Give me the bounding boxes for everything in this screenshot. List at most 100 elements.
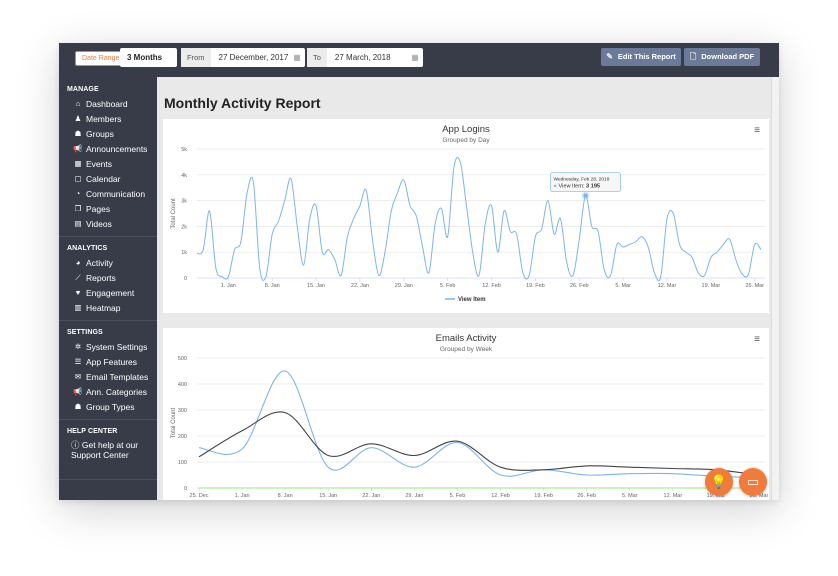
calendar-icon[interactable]: ▦ [407, 53, 423, 62]
edit-icon: ✎ [606, 52, 613, 61]
download-pdf-button[interactable]: 🗋 Download PDF [684, 48, 760, 66]
from-date-field[interactable]: From 27 December, 2017 ▦ [181, 48, 305, 67]
x-tick-label: 12. Feb [491, 493, 510, 499]
x-tick-label: 5. Mar [622, 493, 638, 499]
sidebar-item-label: Events [86, 158, 112, 169]
tooltip-date: Wednesday, Feb 28, 2018 [554, 177, 610, 183]
y-tick-label: 0 [184, 276, 187, 282]
question-circle-icon: ⓘ [71, 440, 80, 450]
series-line-view-item[interactable] [196, 156, 762, 282]
sidebar-item-members[interactable]: ♟ Members [59, 111, 157, 126]
emails-activity-card: Emails Activity Grouped by Week ≡ 0 100 20… [163, 328, 769, 500]
chart-title: Emails Activity [435, 333, 497, 344]
legend-label[interactable]: View Item [458, 297, 486, 303]
sidebar-item-label: Reports [86, 272, 116, 283]
help-line-1: Get help at our [81, 440, 139, 450]
sidebar-section-settings: SETTINGS ✲ System Settings ☰ App Features ✉ Em… [59, 326, 157, 420]
hamburger-menu-icon[interactable]: ≡ [752, 126, 762, 136]
chart-title: App Logins [442, 124, 490, 135]
x-tick-label: 26. Mar [745, 283, 764, 289]
to-date-value[interactable]: 27 March, 2018 [327, 53, 407, 62]
copy-icon: ❐ [74, 204, 82, 213]
dashboard-icon: ◕ [75, 258, 81, 267]
x-tick-label: 22. Jan [351, 283, 369, 289]
x-tick-label: 29. Jan [395, 283, 413, 289]
map-icon: ▥ [74, 303, 82, 312]
sidebar-item-activity[interactable]: ◕ Activity [59, 255, 157, 270]
file-icon: 🗋 [689, 52, 697, 61]
from-date-value[interactable]: 27 December, 2017 [211, 53, 290, 62]
lightbulb-icon[interactable]: 💡 [705, 468, 733, 496]
sidebar-item-app-features[interactable]: ☰ App Features [59, 354, 157, 369]
x-tick-label: 19. Feb [526, 283, 545, 289]
envelope-icon: ✉ [74, 372, 82, 381]
y-tick-label: 400 [178, 382, 187, 388]
x-tick-label: 12. Feb [482, 283, 501, 289]
user-icon: ♟ [74, 114, 82, 123]
hamburger-menu-icon[interactable]: ≡ [752, 335, 762, 345]
chart-legend[interactable]: View Item [445, 297, 486, 303]
sidebar-item-communication[interactable]: ◔ Communication [59, 186, 157, 201]
calendar-icon[interactable]: ▦ [289, 53, 305, 62]
sidebar-item-email-templates[interactable]: ✉ Email Templates [59, 369, 157, 384]
sidebar-item-label: Email Templates [86, 371, 149, 382]
calendar-outline-icon: ▢ [74, 174, 82, 183]
x-tick-label: 1. Jan [235, 493, 250, 499]
sidebar-item-group-types[interactable]: ☗ Group Types [59, 399, 157, 414]
x-tick-label: 15. Jan [319, 493, 337, 499]
page-title: Monthly Activity Report [164, 95, 321, 111]
emails-activity-chart: 0 100 200 300 400 500 Total Count 25. Dec 1. Jan… [171, 356, 768, 499]
sidebar-item-pages[interactable]: ❐ Pages [59, 201, 157, 216]
sidebar-item-label: Members [86, 113, 122, 124]
tooltip: Wednesday, Feb 28, 2018● View Item: 3 19… [550, 172, 621, 192]
series-line-series-b[interactable] [198, 411, 760, 476]
top-toolbar: Date Range 3 Months From 27 December, 20… [59, 43, 779, 77]
edit-report-button[interactable]: ✎ Edit This Report [601, 48, 681, 66]
range-select[interactable]: 3 Months [120, 48, 177, 67]
sidebar-item-groups[interactable]: ☗ Groups [59, 126, 157, 141]
support-center-link[interactable]: ⓘ Get help at our Support Center [59, 440, 157, 474]
y-tick-label: 2k [181, 224, 187, 230]
x-tick-label: 8. Jan [265, 283, 280, 289]
help-line-2: Support Center [71, 450, 129, 460]
x-tick-label: 26. Feb [570, 283, 589, 289]
series-line-series-a[interactable] [198, 370, 760, 479]
main-content: Monthly Activity Report App Logins Group… [157, 77, 779, 500]
sidebar-item-reports[interactable]: ⟋ Reports [59, 270, 157, 285]
y-tick-label: 1k [181, 250, 187, 256]
sidebar-item-label: Calendar [86, 173, 121, 184]
chat-icon[interactable]: ▭ [739, 468, 767, 496]
y-tick-label: 0 [184, 486, 187, 492]
sidebar-item-calendar[interactable]: ▢ Calendar [59, 171, 157, 186]
sidebar-item-label: Activity [86, 257, 113, 268]
sidebar-item-label: App Features [86, 356, 138, 367]
heart-icon: ♥ [75, 288, 81, 297]
gear-icon: ✲ [74, 342, 82, 351]
sidebar-item-label: System Settings [86, 341, 148, 352]
sidebar-item-label: Engagement [86, 287, 135, 298]
sidebar-item-announcements[interactable]: 📢 Announcements [59, 141, 157, 156]
sidebar-item-label: Ann. Categories [86, 386, 147, 397]
sidebar-item-heatmap[interactable]: ▥ Heatmap [59, 300, 157, 315]
sidebar-item-system-settings[interactable]: ✲ System Settings [59, 339, 157, 354]
hover-point[interactable] [583, 193, 588, 198]
sidebar-item-dashboard[interactable]: ⌂ Dashboard [59, 96, 157, 111]
sidebar-heading: SETTINGS [67, 329, 103, 336]
sidebar-item-events[interactable]: ▦ Events [59, 156, 157, 171]
sidebar-heading: ANALYTICS [67, 245, 108, 252]
scrollbar[interactable] [771, 77, 779, 500]
x-tick-label: 29. Jan [405, 493, 423, 499]
to-date-field[interactable]: To 27 March, 2018 ▦ [307, 48, 423, 67]
sidebar-item-label: Heatmap [86, 302, 121, 313]
sidebar-item-videos[interactable]: ▤ Videos [59, 216, 157, 231]
date-range-label: Date Range [75, 51, 127, 66]
sidebar-item-ann-categories[interactable]: 📢 Ann. Categories [59, 384, 157, 399]
x-tick-label: 26. Feb [577, 493, 596, 499]
y-axis-title: Total Count [171, 407, 177, 438]
x-tick-label: 15. Jan [307, 283, 325, 289]
sidebar-item-engagement[interactable]: ♥ Engagement [59, 285, 157, 300]
sidebar-item-label: Group Types [86, 401, 135, 412]
sidebar-heading: HELP CENTER [67, 428, 118, 435]
y-tick-label: 100 [178, 460, 187, 466]
line-chart-icon: ⟋ [75, 272, 81, 282]
